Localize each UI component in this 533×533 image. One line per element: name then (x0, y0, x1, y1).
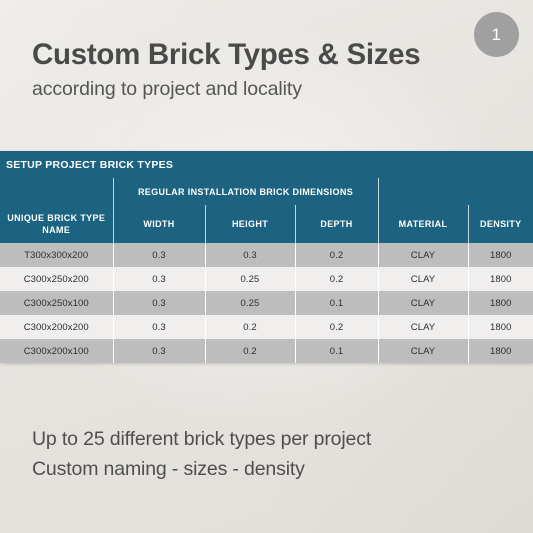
column-header-depth[interactable]: DEPTH (294, 205, 378, 243)
cell-material: CLAY (377, 291, 468, 315)
cell-brick-name: T300x300x200 (0, 243, 113, 267)
column-header-unique-brick-type-name[interactable]: UNIQUE BRICK TYPE NAME (0, 205, 113, 243)
cell-height: 0.25 (204, 291, 295, 315)
cell-height: 0.25 (204, 267, 295, 291)
bottom-copy-line-2: Custom naming - sizes - density (32, 458, 305, 481)
column-header-width[interactable]: WIDTH (112, 205, 205, 243)
cell-depth: 0.1 (294, 339, 378, 363)
cell-brick-name: C300x250x200 (0, 267, 113, 291)
cell-depth: 0.2 (294, 315, 378, 339)
group-header-spacer-left (0, 178, 113, 205)
page-subtitle: according to project and locality (32, 77, 302, 100)
cell-density: 1800 (467, 291, 533, 315)
column-header-height[interactable]: HEIGHT (204, 205, 295, 243)
cell-width: 0.3 (112, 339, 205, 363)
slide-canvas: 1 Custom Brick Types & Sizes according t… (0, 0, 533, 533)
cell-brick-name: C300x200x100 (0, 339, 113, 363)
table-row[interactable]: C300x200x100 0.3 0.2 0.1 CLAY 1800 (0, 339, 533, 363)
cell-height: 0.2 (204, 315, 295, 339)
group-header-spacer-right (378, 178, 468, 205)
table-row[interactable]: C300x200x200 0.3 0.2 0.2 CLAY 1800 (0, 315, 533, 339)
cell-width: 0.3 (112, 315, 205, 339)
group-header-spacer-far-right (468, 178, 533, 205)
table-body: T300x300x200 0.3 0.3 0.2 CLAY 1800 C300x… (0, 243, 533, 363)
cell-density: 1800 (467, 267, 533, 291)
cell-width: 0.3 (112, 291, 205, 315)
cell-density: 1800 (467, 315, 533, 339)
cell-width: 0.3 (112, 267, 205, 291)
cell-material: CLAY (377, 315, 468, 339)
slide-number-label: 1 (491, 24, 502, 44)
cell-depth: 0.2 (294, 243, 378, 267)
table-header: SETUP PROJECT BRICK TYPES REGULAR INSTAL… (0, 151, 533, 243)
table-banner-row: SETUP PROJECT BRICK TYPES (0, 151, 533, 178)
brick-types-table: SETUP PROJECT BRICK TYPES REGULAR INSTAL… (0, 151, 533, 363)
column-header-material[interactable]: MATERIAL (377, 205, 468, 243)
cell-brick-name: C300x250x100 (0, 291, 113, 315)
bottom-copy-block: Up to 25 different brick types per proje… (32, 424, 509, 484)
table-row[interactable]: T300x300x200 0.3 0.3 0.2 CLAY 1800 (0, 243, 533, 267)
cell-width: 0.3 (112, 243, 205, 267)
cell-material: CLAY (377, 267, 468, 291)
cell-brick-name: C300x200x200 (0, 315, 113, 339)
cell-depth: 0.2 (294, 267, 378, 291)
table-group-header-row: REGULAR INSTALLATION BRICK DIMENSIONS (0, 178, 533, 205)
table-row[interactable]: C300x250x200 0.3 0.25 0.2 CLAY 1800 (0, 267, 533, 291)
table-banner-title: SETUP PROJECT BRICK TYPES (0, 151, 533, 178)
cell-depth: 0.1 (294, 291, 378, 315)
bottom-copy-line-1: Up to 25 different brick types per proje… (32, 428, 372, 450)
column-header-density[interactable]: DENSITY (467, 205, 533, 243)
cell-height: 0.2 (204, 339, 295, 363)
group-header-brick-dimensions: REGULAR INSTALLATION BRICK DIMENSIONS (112, 178, 379, 205)
cell-height: 0.3 (204, 243, 295, 267)
slide-number-badge: 1 (474, 12, 519, 57)
brick-types-table-container: SETUP PROJECT BRICK TYPES REGULAR INSTAL… (0, 151, 533, 363)
cell-material: CLAY (377, 243, 468, 267)
cell-density: 1800 (467, 243, 533, 267)
cell-material: CLAY (377, 339, 468, 363)
cell-density: 1800 (467, 339, 533, 363)
table-row[interactable]: C300x250x100 0.3 0.25 0.1 CLAY 1800 (0, 291, 533, 315)
page-title: Custom Brick Types & Sizes (32, 38, 421, 71)
table-column-header-row: UNIQUE BRICK TYPE NAME WIDTH HEIGHT DEPT… (0, 205, 533, 243)
heading-block: Custom Brick Types & Sizes according to … (32, 38, 463, 101)
